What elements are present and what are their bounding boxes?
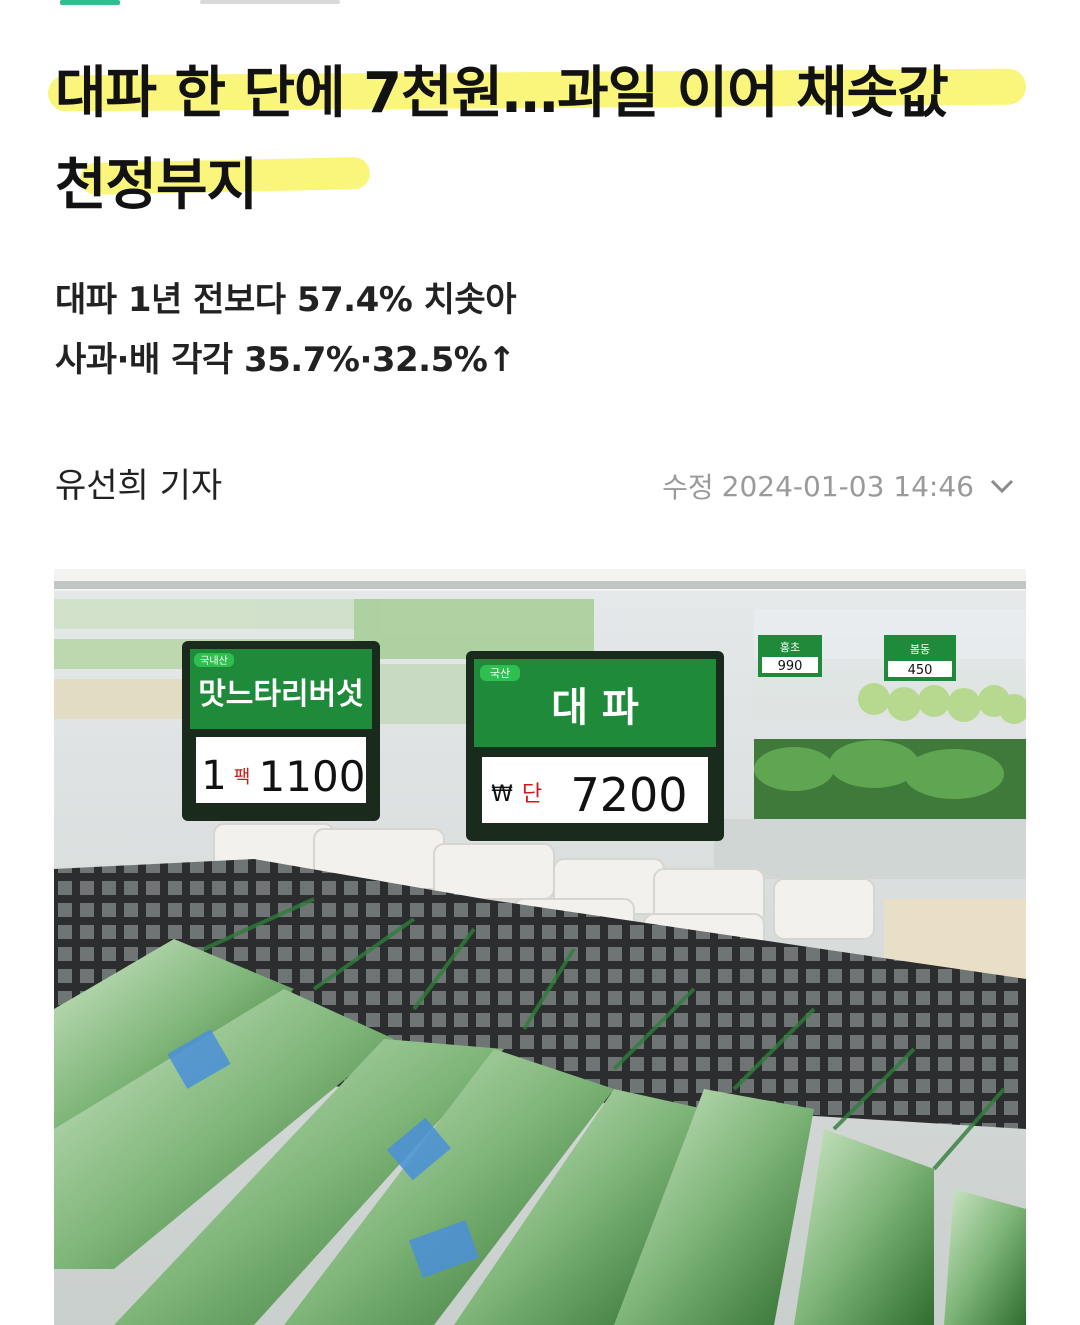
subtitle-line-1: 대파 1년 전보다 57.4% 치솟아: [55, 280, 516, 320]
sign-right-currency: ₩: [491, 782, 513, 807]
top-nav-remnant: [0, 0, 1080, 8]
sign-far-1-name: 홍초: [780, 640, 800, 654]
sign-right-origin: 국산: [490, 667, 510, 680]
price-sign-far-1: 홍초 990: [758, 635, 822, 677]
article-subtitle: 대파 1년 전보다 57.4% 치솟아 사과·배 각각 35.7%·32.5%↑: [55, 270, 516, 390]
sign-left-name: 맛느타리버섯: [198, 677, 364, 712]
modified-info[interactable]: 수정 2024-01-03 14:46: [662, 466, 1022, 506]
price-sign-right: 국산 대 파 ₩ 단 7200: [466, 651, 724, 841]
modified-label: 수정: [662, 471, 714, 504]
sign-right-price: 7200: [570, 768, 687, 822]
sign-right-name: 대 파: [551, 685, 639, 731]
sign-left-price: 1100: [259, 752, 366, 801]
author-name[interactable]: 유선희 기자: [55, 458, 222, 507]
modified-time: 2024-01-03 14:46: [721, 469, 974, 503]
price-sign-left: 국내산 맛느타리버섯 1 팩 1100: [182, 641, 380, 821]
sign-far-2-name: 봄동: [910, 643, 930, 656]
headline-line-2: 천정부지: [55, 153, 258, 218]
sign-far-2-price: 450: [908, 663, 933, 678]
sign-left-qty: 1: [201, 753, 226, 799]
headline-line-1: 대파 한 단에 7천원…과일 이어 채솟값: [55, 61, 949, 126]
sign-left-origin: 국내산: [200, 655, 228, 667]
article-headline: 대파 한 단에 7천원…과일 이어 채솟값 천정부지: [55, 48, 1045, 232]
sign-right-unit: 단: [522, 782, 542, 807]
supermarket-scene: 국내산 맛느타리버섯 1 팩 1100 국산 대 파 ₩ 단 7200 홍초 9…: [54, 569, 1026, 1325]
chevron-down-icon[interactable]: [982, 471, 1022, 501]
price-sign-far-2: 봄동 450: [884, 635, 956, 681]
sign-left-unit: 팩: [234, 767, 251, 788]
sign-far-1-price: 990: [778, 659, 803, 674]
article-photo: 국내산 맛느타리버섯 1 팩 1100 국산 대 파 ₩ 단 7200 홍초 9…: [54, 569, 1026, 1325]
subtitle-line-2: 사과·배 각각 35.7%·32.5%↑: [55, 340, 516, 380]
